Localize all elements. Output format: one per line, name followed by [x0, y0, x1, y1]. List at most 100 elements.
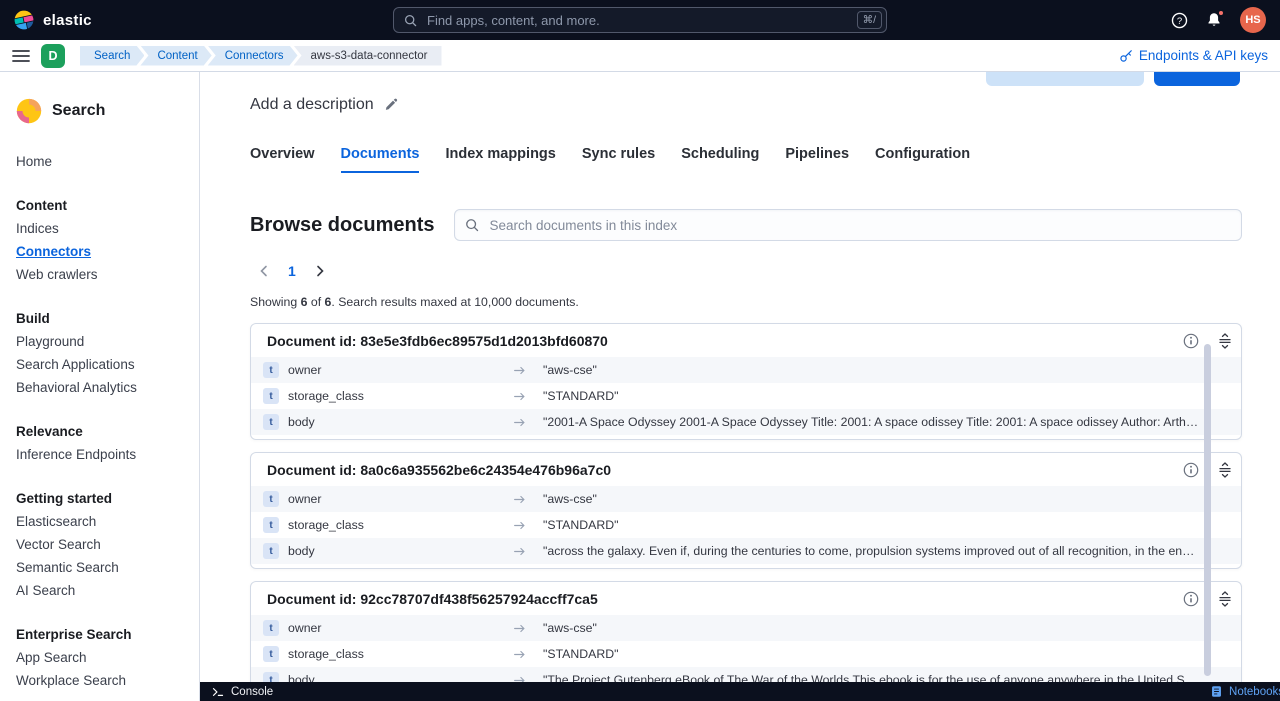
text-type-token: t — [263, 543, 279, 559]
sidebar-item-search-applications[interactable]: Search Applications — [16, 353, 191, 376]
sidebar-item-web-crawlers[interactable]: Web crawlers — [16, 263, 191, 286]
tab-pipelines[interactable]: Pipelines — [785, 146, 849, 173]
field-row: t owner "aws-cse" — [251, 357, 1241, 383]
arrow-right-icon — [513, 648, 543, 661]
search-icon — [404, 14, 417, 26]
field-value: "STANDARD" — [543, 389, 619, 403]
field-row: t storage_class "STANDARD" — [251, 512, 1241, 538]
sidebar-item-home[interactable]: Home — [16, 150, 191, 173]
notification-dot — [1217, 9, 1225, 17]
global-search[interactable]: ⌘/ — [393, 7, 887, 33]
sidebar-item-behavioral-analytics[interactable]: Behavioral Analytics — [16, 376, 191, 399]
arrow-right-icon — [513, 493, 543, 506]
breadcrumb-connectors[interactable]: Connectors — [208, 46, 298, 66]
field-row: t storage_class "STANDARD" — [251, 641, 1241, 667]
add-description[interactable]: Add a description — [250, 96, 398, 114]
secondary-action-button[interactable] — [986, 72, 1144, 86]
previous-page-icon[interactable] — [256, 263, 272, 279]
tab-sync-rules[interactable]: Sync rules — [582, 146, 655, 173]
sidebar-item-elasticsearch[interactable]: Elasticsearch — [16, 510, 191, 533]
field-name: body — [288, 415, 315, 429]
field-value: "across the galaxy. Even if, during the … — [543, 544, 1241, 558]
field-value: "STANDARD" — [543, 647, 619, 661]
text-type-token: t — [263, 646, 279, 662]
document-id-title: Document id: 83e5e3fdb6ec89575d1d2013bfd… — [267, 332, 608, 349]
sidebar-section-build: Build — [16, 311, 50, 326]
header-actions-clipped — [986, 72, 1240, 86]
endpoints-api-keys-link[interactable]: Endpoints & API keys — [1119, 48, 1268, 63]
tab-configuration[interactable]: Configuration — [875, 146, 970, 173]
add-description-label: Add a description — [250, 96, 374, 113]
field-name: body — [288, 544, 315, 558]
pagination: 1 — [250, 263, 1242, 279]
info-icon[interactable] — [1183, 333, 1199, 349]
elastic-logo-icon — [14, 10, 34, 30]
elastic-brand[interactable]: elastic — [14, 10, 92, 30]
global-header: elastic ⌘/ ? HS — [0, 0, 1280, 40]
sidebar-item-ai-search[interactable]: AI Search — [16, 579, 191, 602]
sidebar: Search Home Content Indices Connectors W… — [0, 72, 200, 701]
field-row: t body "2001-A Space Odyssey 2001-A Spac… — [251, 409, 1241, 435]
breadcrumb-search[interactable]: Search — [80, 46, 144, 66]
arrow-right-icon — [513, 390, 543, 403]
document-search-input[interactable] — [487, 216, 1231, 234]
document-card: Document id: 83e5e3fdb6ec89575d1d2013bfd… — [250, 323, 1242, 440]
field-value: "2001-A Space Odyssey 2001-A Space Odyss… — [543, 415, 1241, 429]
tab-index-mappings[interactable]: Index mappings — [445, 146, 555, 173]
text-type-token: t — [263, 388, 279, 404]
console-toggle[interactable]: Console — [212, 686, 273, 698]
tab-scheduling[interactable]: Scheduling — [681, 146, 759, 173]
arrow-right-icon — [513, 416, 543, 429]
sidebar-item-connectors[interactable]: Connectors — [16, 240, 191, 263]
next-page-icon[interactable] — [312, 263, 328, 279]
sidebar-item-inference-endpoints[interactable]: Inference Endpoints — [16, 443, 191, 466]
notebook-icon — [1212, 686, 1221, 697]
breadcrumb-content[interactable]: Content — [140, 46, 211, 66]
document-search[interactable] — [454, 209, 1242, 241]
field-name: owner — [288, 492, 322, 506]
document-id-title: Document id: 8a0c6a935562be6c24354e476b9… — [267, 461, 612, 478]
field-value: "aws-cse" — [543, 621, 597, 635]
notebooks-link[interactable]: Notebooks — [1210, 685, 1280, 698]
field-row: t body "across the galaxy. Even if, duri… — [251, 538, 1241, 564]
field-value: "aws-cse" — [543, 363, 597, 377]
arrow-right-icon — [513, 622, 543, 635]
help-icon[interactable]: ? — [1171, 12, 1188, 29]
info-icon[interactable] — [1183, 462, 1199, 478]
notifications-bell-icon[interactable] — [1206, 9, 1225, 28]
avatar[interactable]: HS — [1240, 7, 1266, 33]
unfold-fields-icon[interactable] — [1217, 332, 1233, 349]
field-value: "STANDARD" — [543, 518, 619, 532]
arrow-right-icon — [513, 519, 543, 532]
info-icon[interactable] — [1183, 591, 1199, 607]
field-row: t storage_class "STANDARD" — [251, 383, 1241, 409]
svg-text:?: ? — [1177, 15, 1182, 26]
page-number-current[interactable]: 1 — [288, 263, 296, 279]
unfold-fields-icon[interactable] — [1217, 590, 1233, 607]
document-id-title: Document id: 92cc78707df438f56257924accf… — [267, 590, 598, 607]
breadcrumb: Search Content Connectors aws-s3-data-co… — [80, 45, 442, 66]
document-card: Document id: 92cc78707df438f56257924accf… — [250, 581, 1242, 698]
sidebar-item-indices[interactable]: Indices — [16, 217, 191, 240]
menu-hamburger-icon[interactable] — [12, 49, 30, 63]
tab-overview[interactable]: Overview — [250, 146, 315, 173]
global-search-input[interactable] — [425, 11, 849, 29]
unfold-fields-icon[interactable] — [1217, 461, 1233, 478]
arrow-right-icon — [513, 364, 543, 377]
sidebar-item-workplace-search[interactable]: Workplace Search — [16, 669, 191, 692]
documents-scrollbar[interactable] — [1204, 344, 1211, 676]
pencil-icon — [385, 98, 397, 110]
document-card: Document id: 8a0c6a935562be6c24354e476b9… — [250, 452, 1242, 569]
sidebar-item-app-search[interactable]: App Search — [16, 646, 191, 669]
search-icon — [466, 219, 479, 232]
console-bar: Console Notebooks — [200, 682, 1280, 701]
field-name: owner — [288, 621, 322, 635]
sidebar-item-playground[interactable]: Playground — [16, 330, 191, 353]
primary-action-button[interactable] — [1154, 72, 1240, 86]
field-name: storage_class — [288, 518, 364, 532]
tab-documents[interactable]: Documents — [340, 146, 420, 173]
space-badge[interactable]: D — [41, 43, 65, 68]
sidebar-item-semantic-search[interactable]: Semantic Search — [16, 556, 191, 579]
breadcrumb-current: aws-s3-data-connector — [293, 45, 442, 66]
sidebar-item-vector-search[interactable]: Vector Search — [16, 533, 191, 556]
